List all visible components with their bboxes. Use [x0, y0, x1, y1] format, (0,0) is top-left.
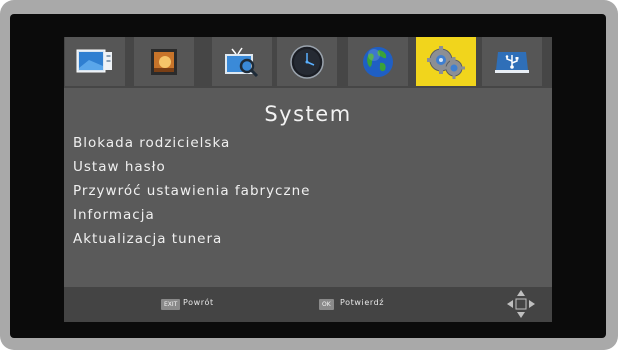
menu-item-information[interactable]: Informacja — [73, 207, 155, 223]
tab-language[interactable] — [348, 37, 408, 86]
picture-settings-icon — [76, 49, 112, 72]
tab-system[interactable] — [416, 37, 476, 86]
menu-item-tuner-update[interactable]: Aktualizacja tunera — [73, 231, 222, 247]
ok-key-badge: OK — [319, 299, 334, 310]
tab-media[interactable] — [134, 37, 194, 86]
usb-icon — [495, 51, 529, 73]
page-title: System — [264, 102, 352, 126]
channel-search-icon — [225, 47, 259, 77]
system-gears-icon — [427, 45, 465, 79]
system-menu-panel: System Blokada rodzicielska Ustaw hasło … — [64, 37, 552, 322]
globe-icon — [363, 46, 393, 77]
photo-media-icon — [151, 48, 177, 75]
clock-icon — [290, 44, 324, 79]
menu-item-set-password[interactable]: Ustaw hasło — [73, 159, 166, 175]
menu-icon-bar — [64, 37, 552, 88]
menu-item-parental-lock[interactable]: Blokada rodzicielska — [73, 135, 230, 151]
exit-key-badge: EXIT — [161, 299, 181, 310]
menu-item-factory-reset[interactable]: Przywróć ustawienia fabryczne — [73, 183, 310, 199]
footer-hint-bar: EXIT Powrót OK Potwierdź — [64, 287, 552, 322]
tab-time[interactable] — [277, 37, 337, 86]
tab-picture[interactable] — [65, 37, 125, 86]
back-hint: Powrót — [183, 298, 214, 307]
dpad-navigation-icon — [507, 290, 535, 318]
tab-channel-search[interactable] — [212, 37, 272, 86]
tab-usb[interactable] — [482, 37, 542, 86]
confirm-hint: Potwierdź — [340, 298, 385, 307]
